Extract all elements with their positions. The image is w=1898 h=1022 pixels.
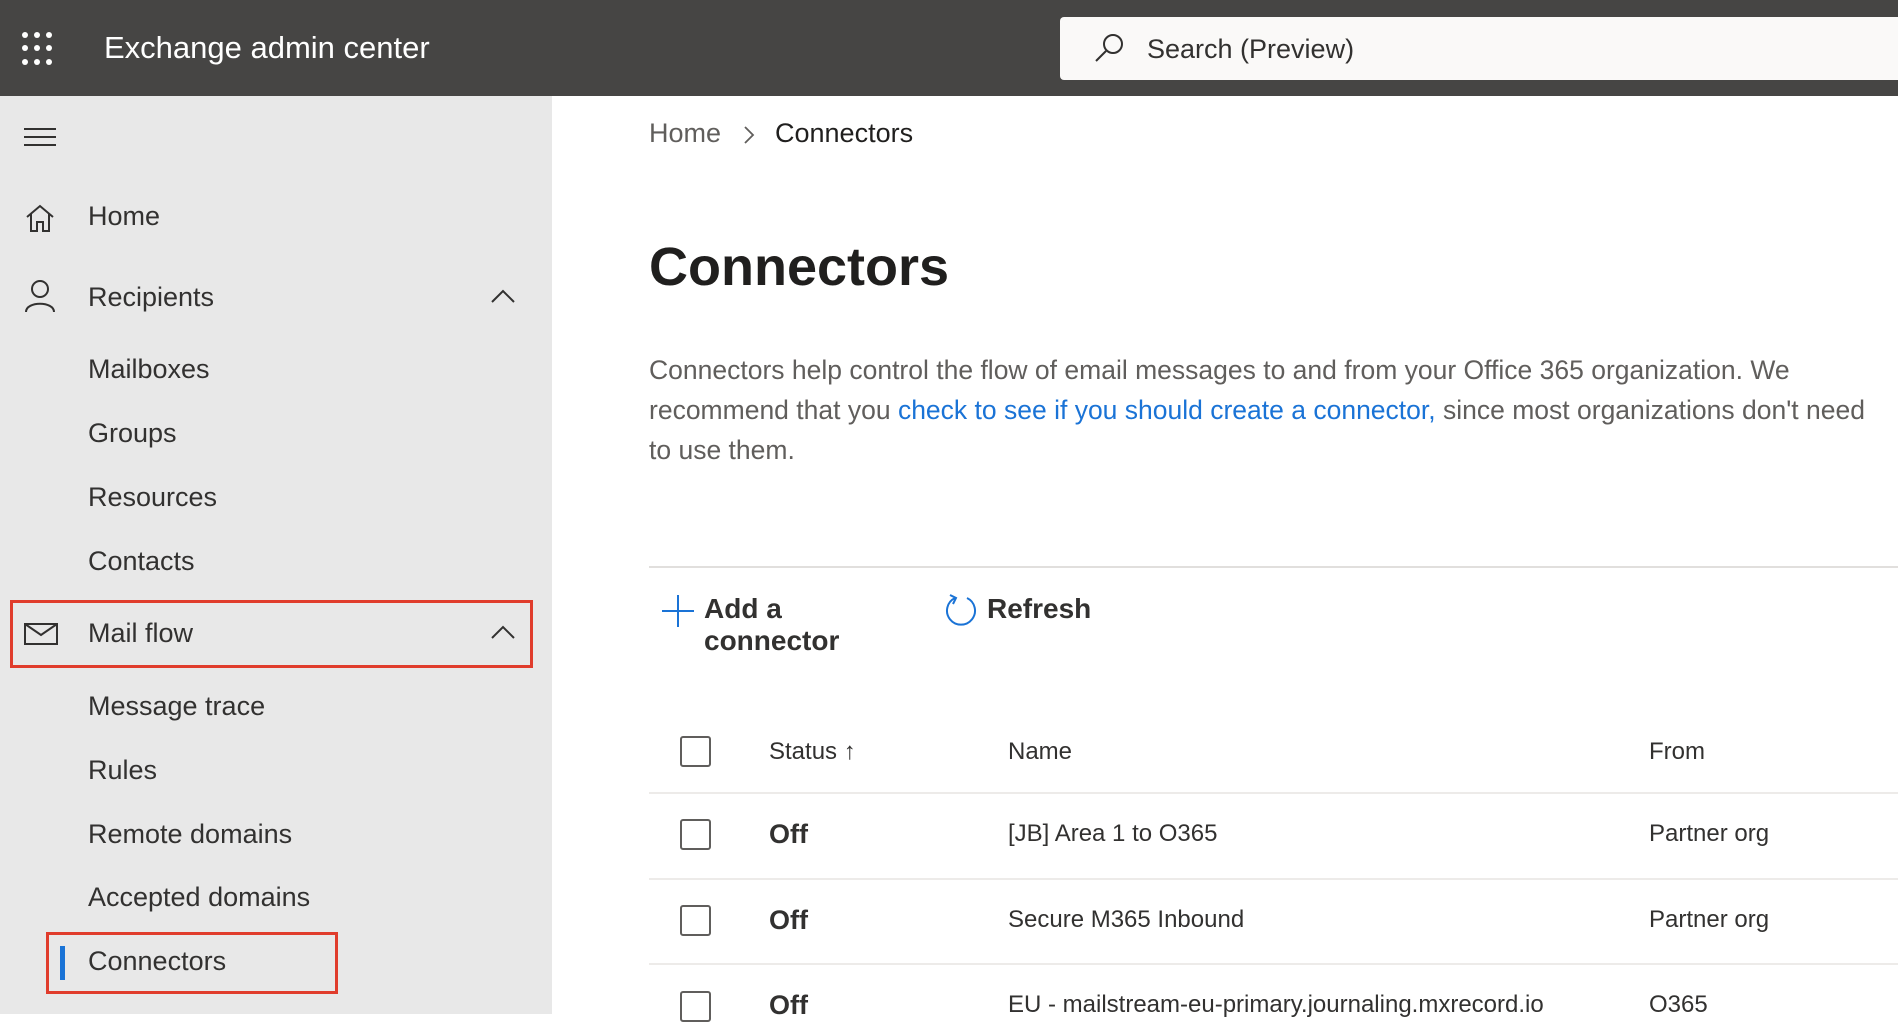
- plus-icon: [662, 595, 694, 627]
- refresh-icon: [946, 594, 976, 626]
- search-input[interactable]: Search (Preview): [1060, 17, 1898, 80]
- add-connector-label: Add a connector: [704, 593, 840, 656]
- top-bar: Exchange admin center Search (Preview): [0, 0, 1898, 96]
- divider: [649, 566, 1898, 568]
- row-divider: [649, 792, 1898, 794]
- sidebar-item-mailboxes[interactable]: Mailboxes: [88, 354, 210, 385]
- sidebar: Home Recipients Mailboxes Groups Resourc…: [0, 96, 552, 1014]
- breadcrumb-current: Connectors: [775, 118, 914, 148]
- row-divider: [649, 963, 1898, 965]
- sidebar-item-accepted-domains[interactable]: Accepted domains: [88, 882, 310, 913]
- column-header-name[interactable]: Name: [1008, 738, 1072, 766]
- row-checkbox[interactable]: [680, 991, 711, 1022]
- column-header-from[interactable]: From: [1649, 738, 1705, 766]
- sidebar-item-rules[interactable]: Rules: [88, 755, 157, 786]
- sidebar-item-recipients[interactable]: Recipients: [88, 282, 214, 313]
- name-cell[interactable]: Secure M365 Inbound: [1008, 906, 1244, 934]
- column-header-status[interactable]: Status ↑: [769, 738, 856, 766]
- sidebar-item-connectors[interactable]: Connectors: [88, 946, 226, 977]
- page-title: Connectors: [649, 237, 950, 297]
- status-cell: Off: [769, 990, 808, 1020]
- sidebar-item-home[interactable]: Home: [88, 201, 160, 232]
- name-cell[interactable]: EU - mailstream-eu-primary.journaling.mx…: [1008, 991, 1544, 1019]
- sidebar-item-resources[interactable]: Resources: [88, 482, 217, 513]
- mail-icon: [24, 623, 58, 645]
- page-description: Connectors help control the flow of emai…: [649, 350, 1889, 470]
- sidebar-item-mail-flow[interactable]: Mail flow: [88, 618, 193, 649]
- main-content: Home Connectors Connectors Connectors he…: [552, 96, 1898, 1022]
- chevron-up-icon[interactable]: [490, 624, 516, 640]
- hamburger-menu-icon[interactable]: [24, 127, 56, 147]
- from-cell: O365: [1649, 991, 1708, 1018]
- status-cell: Off: [769, 819, 808, 849]
- chevron-right-icon: [744, 126, 755, 144]
- sidebar-item-contacts[interactable]: Contacts: [88, 546, 195, 577]
- create-connector-link[interactable]: check to see if you should create a conn…: [898, 395, 1436, 425]
- breadcrumb-home[interactable]: Home: [649, 118, 721, 149]
- search-placeholder: Search (Preview): [1147, 34, 1355, 64]
- add-connector-button[interactable]: Add a connector: [662, 593, 922, 656]
- app-launcher-icon[interactable]: [22, 32, 56, 66]
- sidebar-item-message-trace[interactable]: Message trace: [88, 691, 265, 722]
- person-icon: [25, 280, 55, 313]
- status-header-label: Status: [769, 738, 838, 765]
- from-cell: Partner org: [1649, 906, 1770, 933]
- refresh-button[interactable]: Refresh: [945, 593, 1095, 633]
- refresh-label: Refresh: [987, 593, 1092, 624]
- status-cell: Off: [769, 905, 808, 935]
- search-icon: [1095, 34, 1123, 62]
- select-all-checkbox[interactable]: [680, 736, 711, 767]
- row-checkbox[interactable]: [680, 819, 711, 850]
- chevron-up-icon[interactable]: [490, 288, 516, 304]
- sort-ascending-icon: ↑: [843, 738, 856, 765]
- row-divider: [649, 878, 1898, 880]
- name-cell[interactable]: [JB] Area 1 to O365: [1008, 820, 1217, 848]
- sidebar-item-remote-domains[interactable]: Remote domains: [88, 819, 292, 850]
- from-cell: Partner org: [1649, 820, 1770, 847]
- sidebar-item-groups[interactable]: Groups: [88, 418, 177, 449]
- row-checkbox[interactable]: [680, 905, 711, 936]
- app-title: Exchange admin center: [104, 30, 430, 65]
- selected-indicator: [60, 946, 65, 980]
- home-icon: [26, 204, 54, 232]
